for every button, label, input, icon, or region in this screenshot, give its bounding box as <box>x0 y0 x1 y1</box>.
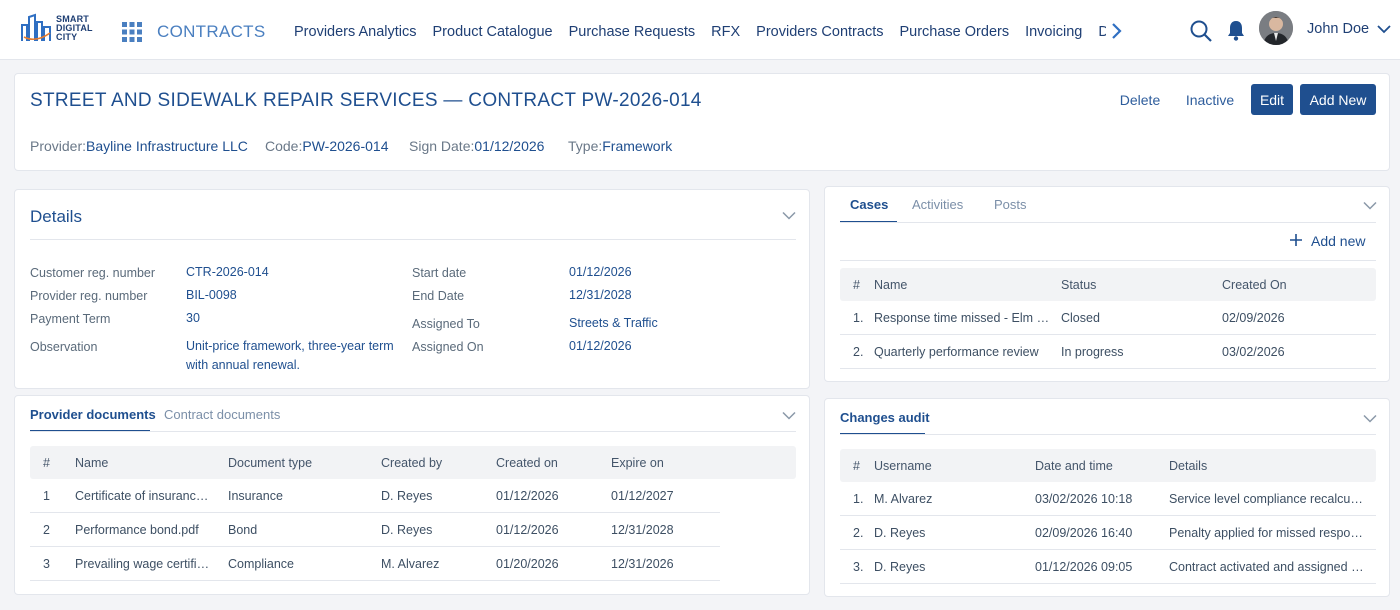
end-date-value: 12/31/2028 <box>569 288 632 302</box>
nav-providers-contracts[interactable]: Providers Contracts <box>756 24 883 40</box>
chevron-right-icon[interactable] <box>1110 22 1124 40</box>
page-title: STREET AND SIDEWALK REPAIR SERVICES — CO… <box>30 90 702 111</box>
collapse-chevron-icon[interactable] <box>1363 201 1377 210</box>
document-name-link[interactable]: Performance bond.pdf <box>75 523 215 537</box>
add-new-case-link[interactable]: Add new <box>1311 233 1365 249</box>
edit-button[interactable]: Edit <box>1251 84 1293 115</box>
divider <box>840 222 1376 223</box>
end-date-label: End Date <box>412 289 465 303</box>
app-name[interactable]: CONTRACTS <box>157 22 265 42</box>
table-row[interactable]: 2. D. Reyes 02/09/2026 16:40 Penalty app… <box>840 516 1376 550</box>
nav-product-catalogue[interactable]: Product Catalogue <box>433 24 553 40</box>
customer-reg-label: Customer reg. number <box>30 266 156 280</box>
document-name-link[interactable]: Prevailing wage certificate.pdf <box>75 557 215 571</box>
plus-icon[interactable] <box>1289 233 1303 247</box>
avatar[interactable] <box>1259 11 1293 45</box>
brand-text: SMART DIGITAL CITY <box>56 14 93 42</box>
inactive-button[interactable]: Inactive <box>1180 84 1240 115</box>
table-row[interactable]: 2 Performance bond.pdf Bond D. Reyes 01/… <box>30 513 720 547</box>
chevron-down-icon[interactable] <box>1377 24 1391 34</box>
cases-card: Cases Activities Posts Add new # Name St… <box>824 186 1390 382</box>
divider <box>840 434 1376 435</box>
documents-table-header: # Name Document type Created by Created … <box>30 446 796 479</box>
tab-contract-documents[interactable]: Contract documents <box>164 407 280 422</box>
case-name-link[interactable]: Quarterly performance review <box>874 345 1050 359</box>
assigned-on-label: Assigned On <box>412 340 484 354</box>
code-meta: Code:PW-2026-014 <box>265 138 389 154</box>
table-row[interactable]: 3. D. Reyes 01/12/2026 09:05 Contract ac… <box>840 550 1376 584</box>
search-icon[interactable] <box>1189 19 1213 43</box>
audit-table-header: # Username Date and time Details <box>840 449 1376 482</box>
changes-audit-card: Changes audit # Username Date and time D… <box>824 398 1390 597</box>
top-bar: SMART DIGITAL CITY CONTRACTS Providers Ana… <box>0 0 1400 60</box>
provider-reg-value: BIL-0098 <box>186 288 237 302</box>
user-name[interactable]: John Doe <box>1307 21 1369 37</box>
table-row[interactable]: 2. Quarterly performance review In progr… <box>840 335 1376 369</box>
details-title: Details <box>30 207 82 226</box>
collapse-chevron-icon[interactable] <box>782 211 796 220</box>
payment-term-label: Payment Term <box>30 312 111 326</box>
tab-changes-audit[interactable]: Changes audit <box>840 410 930 425</box>
type-meta: Type:Framework <box>568 138 673 154</box>
observation-value-line2: with annual renewal. <box>186 358 300 372</box>
nav-more-truncated[interactable]: De <box>1098 24 1106 40</box>
sign-date-meta: Sign Date:01/12/2026 <box>409 138 545 154</box>
bell-icon[interactable] <box>1226 19 1246 41</box>
payment-term-value: 30 <box>186 311 200 325</box>
observation-value: Unit-price framework, three-year term <box>186 339 394 353</box>
brand-logo[interactable]: SMART DIGITAL CITY <box>20 13 104 45</box>
start-date-label: Start date <box>412 266 467 280</box>
table-row[interactable]: 1. M. Alvarez 03/02/2026 10:18 Service l… <box>840 482 1376 516</box>
details-card: Details Customer reg. number CTR-2026-01… <box>14 189 810 389</box>
provider-reg-label: Provider reg. number <box>30 289 148 303</box>
main-nav: Providers Analytics Product Catalogue Purc… <box>294 24 1106 42</box>
apps-grid-icon[interactable] <box>122 22 142 42</box>
table-row[interactable]: 1. Response time missed - Elm Street Clo… <box>840 301 1376 335</box>
divider <box>30 239 796 240</box>
documents-card: Provider documents Contract documents # … <box>14 395 810 595</box>
tab-posts[interactable]: Posts <box>994 197 1027 212</box>
divider <box>30 431 796 432</box>
nav-purchase-requests[interactable]: Purchase Requests <box>569 24 696 40</box>
tab-provider-documents[interactable]: Provider documents <box>30 407 156 422</box>
assigned-to-label: Assigned To <box>412 317 480 331</box>
collapse-chevron-icon[interactable] <box>782 411 796 420</box>
table-row[interactable]: 1 Certificate of insurance.pdf Insurance… <box>30 479 720 513</box>
customer-reg-value: CTR-2026-014 <box>186 265 269 279</box>
cases-table-header: # Name Status Created On <box>840 268 1376 301</box>
assigned-to-value[interactable]: Streets & Traffic <box>569 314 658 333</box>
document-name-link[interactable]: Certificate of insurance.pdf <box>75 489 215 503</box>
provider-link[interactable]: Bayline Infrastructure LLC <box>86 138 248 154</box>
divider <box>840 260 1376 261</box>
case-name-link[interactable]: Response time missed - Elm Street <box>874 311 1050 325</box>
add-new-button[interactable]: Add New <box>1300 84 1376 115</box>
tab-activities[interactable]: Activities <box>912 197 963 212</box>
delete-button[interactable]: Delete <box>1114 84 1166 115</box>
table-row[interactable]: 3 Prevailing wage certificate.pdf Compli… <box>30 547 720 581</box>
collapse-chevron-icon[interactable] <box>1363 414 1377 423</box>
observation-label: Observation <box>30 340 98 354</box>
nav-purchase-orders[interactable]: Purchase Orders <box>899 24 1009 40</box>
start-date-value: 01/12/2026 <box>569 265 632 279</box>
nav-invoicing[interactable]: Invoicing <box>1025 24 1082 40</box>
nav-rfx[interactable]: RFX <box>711 24 740 40</box>
contract-header-card: STREET AND SIDEWALK REPAIR SERVICES — CO… <box>14 73 1390 171</box>
tab-cases[interactable]: Cases <box>850 197 888 212</box>
city-skyline-icon <box>21 13 51 41</box>
nav-providers-analytics[interactable]: Providers Analytics <box>294 24 417 40</box>
provider-meta: Provider:Bayline Infrastructure LLC <box>30 138 248 154</box>
assigned-on-value: 01/12/2026 <box>569 339 632 353</box>
